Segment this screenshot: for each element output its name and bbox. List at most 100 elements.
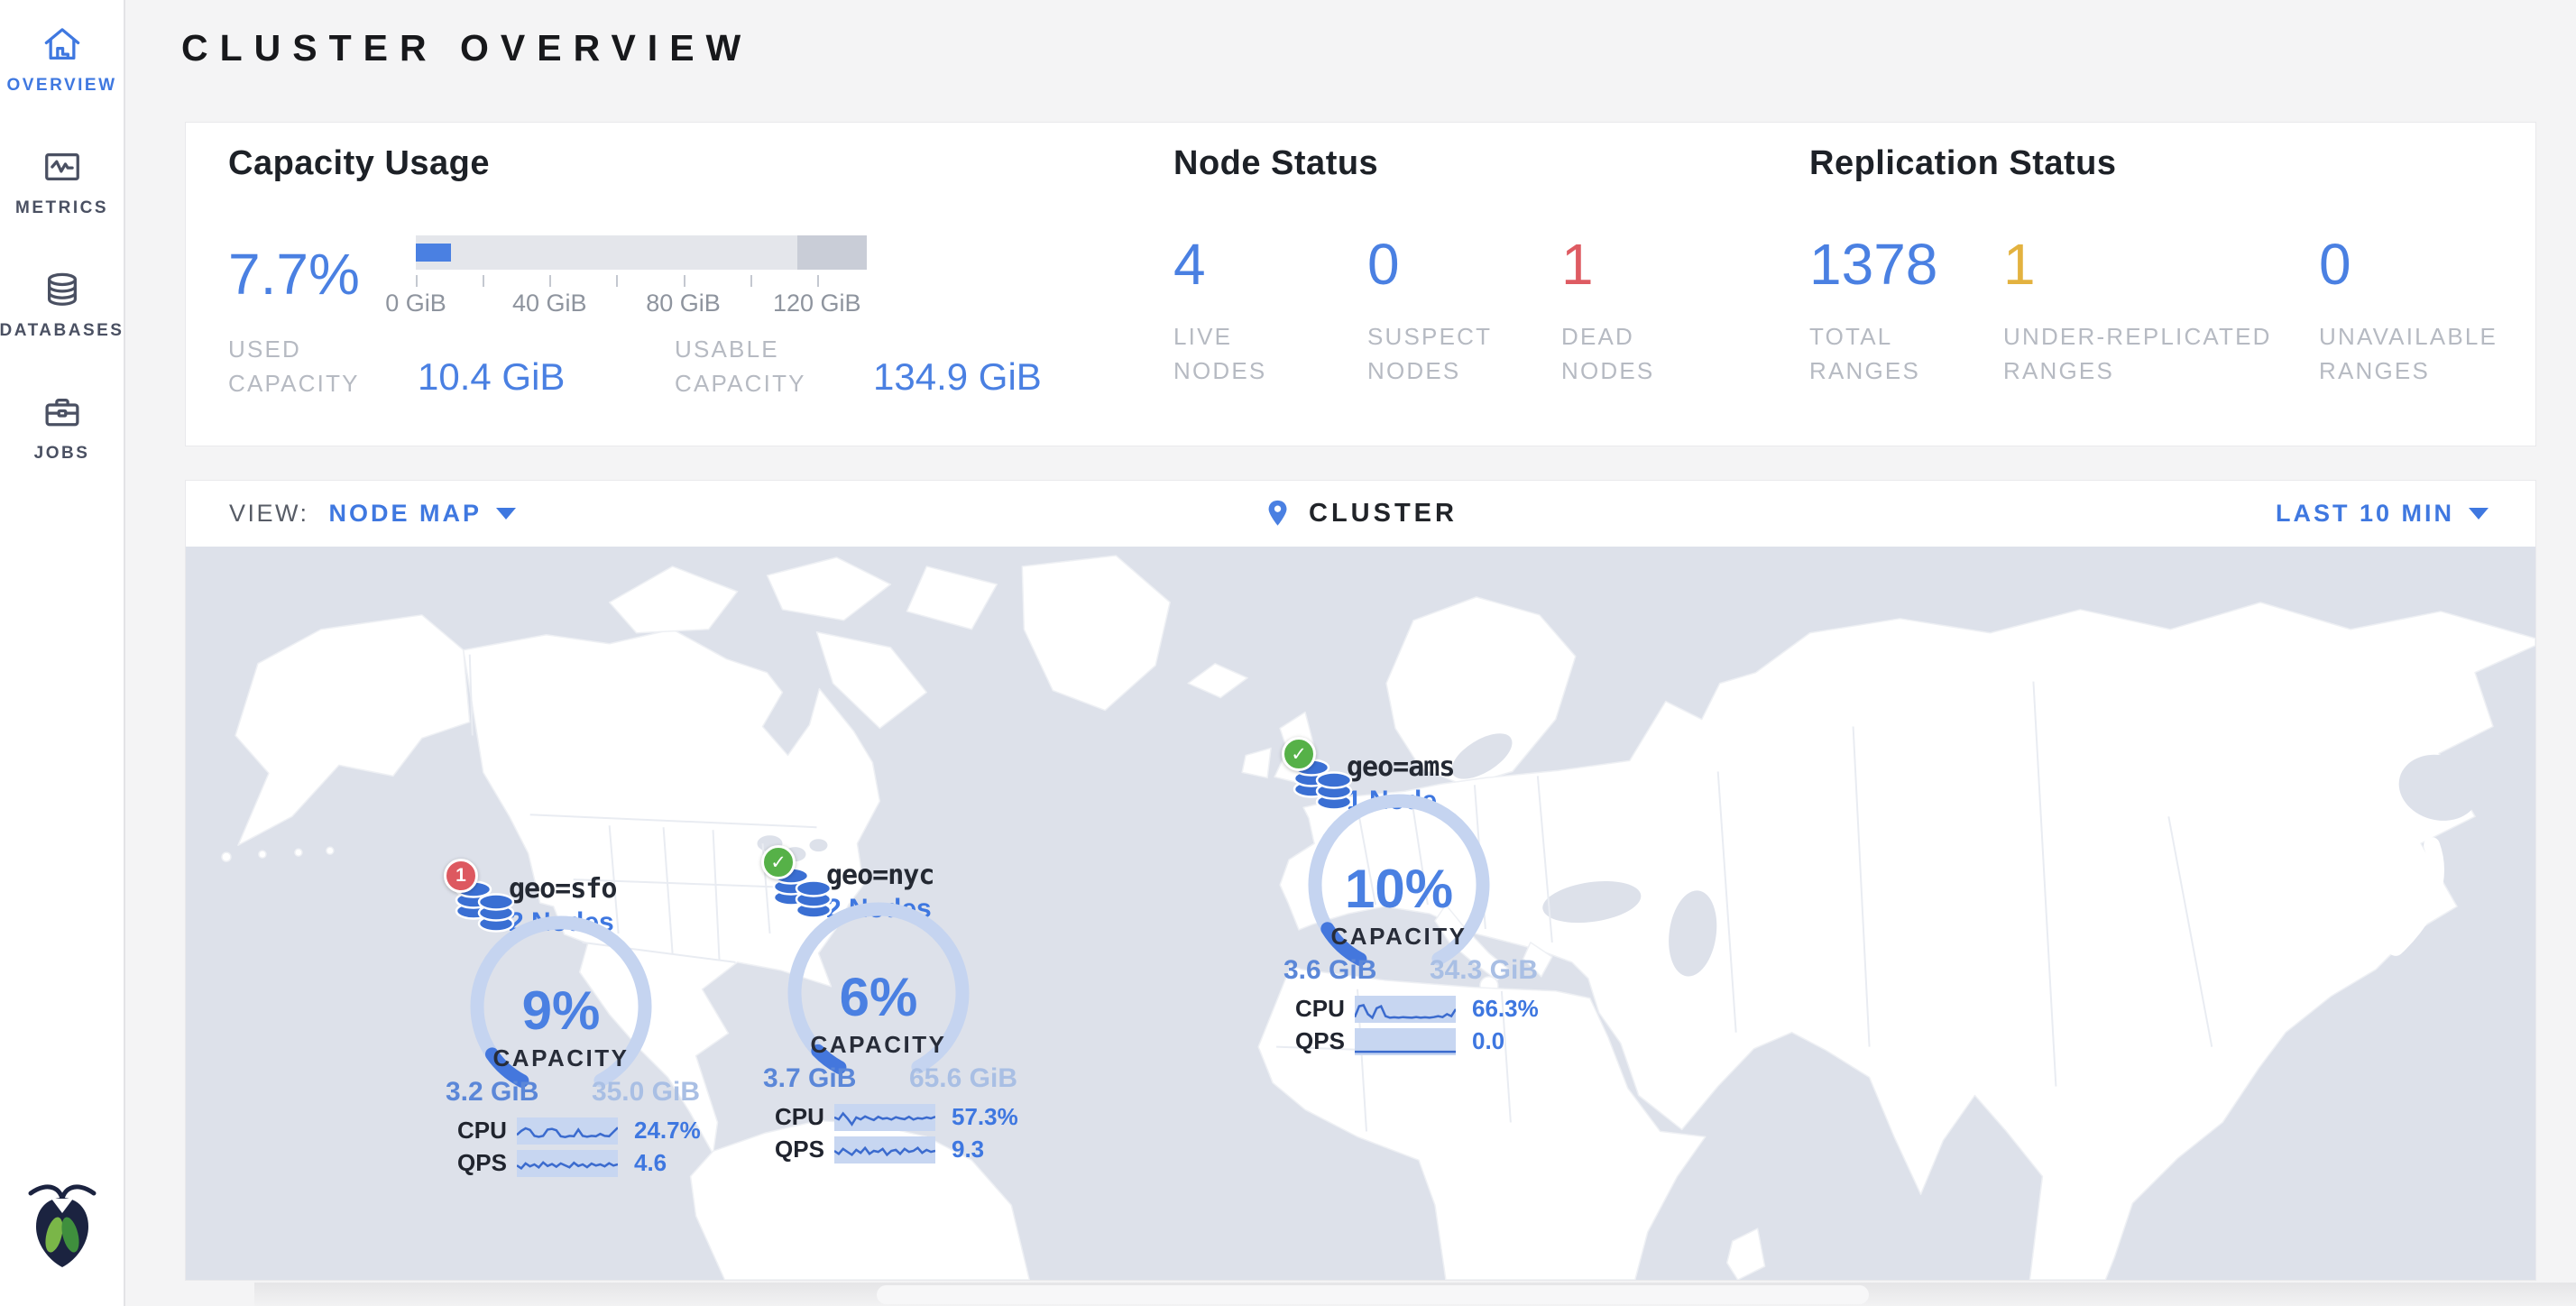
home-icon xyxy=(41,23,83,65)
locality-marker-nyc[interactable]: ✓ geo=nyc 2 Nodes xyxy=(725,840,1032,1164)
qps-value: 4.6 xyxy=(634,1149,667,1177)
cpu-label: CPU xyxy=(775,1103,827,1131)
sidebar-item-label: METRICS xyxy=(15,198,108,218)
node-status-section: Node Status 4 LIVE NODES 0 SUSPECT NODES… xyxy=(1173,144,1809,446)
qps-label: QPS xyxy=(457,1149,510,1177)
sidebar: OVERVIEW METRICS DATABASES xyxy=(0,0,125,1306)
unavailable-ranges-value: 0 xyxy=(2319,235,2498,293)
gauge-caption: CAPACITY xyxy=(1246,923,1552,951)
scrollbar-thumb[interactable] xyxy=(877,1285,1869,1304)
suspect-nodes-label: SUSPECT NODES xyxy=(1367,320,1512,388)
total-ranges-value: 1378 xyxy=(1809,235,2003,293)
sidebar-item-metrics[interactable]: METRICS xyxy=(15,146,108,218)
gauge-caption: CAPACITY xyxy=(408,1044,714,1072)
page-title: CLUSTER OVERVIEW xyxy=(181,27,2576,69)
live-nodes-stat: 4 LIVE NODES xyxy=(1173,235,1367,388)
locality-total-capacity: 34.3 GiB xyxy=(1430,955,1538,986)
locality-used-capacity: 3.2 GiB xyxy=(446,1077,538,1108)
qps-sparkline xyxy=(834,1136,935,1163)
cluster-summary-panel: Capacity Usage 7.7% 0 GiB40 GiB80 GiB120… xyxy=(185,122,2536,446)
chevron-down-icon xyxy=(2469,508,2489,520)
used-capacity-label: USED CAPACITY xyxy=(228,333,382,400)
locality-name: geo=sfo xyxy=(509,873,616,905)
cpu-label: CPU xyxy=(457,1117,510,1145)
locality-marker-ams[interactable]: ✓ geo=ams 1 Node xyxy=(1246,731,1552,1056)
location-pin-icon xyxy=(1264,499,1291,529)
qps-value: 9.3 xyxy=(952,1136,984,1163)
gauge-percent: 9% xyxy=(408,980,714,1042)
live-nodes-label: LIVE NODES xyxy=(1173,320,1318,388)
chevron-down-icon xyxy=(496,508,516,520)
sidebar-item-overview[interactable]: OVERVIEW xyxy=(6,23,116,96)
replication-status-section: Replication Status 1378 TOTAL RANGES 1 U… xyxy=(1809,144,2498,446)
capacity-bar-used xyxy=(416,244,451,262)
locality-used-capacity: 3.6 GiB xyxy=(1283,955,1376,986)
gauge-percent: 10% xyxy=(1246,858,1552,920)
capacity-bar: 0 GiB40 GiB80 GiB120 GiB xyxy=(416,235,867,313)
breadcrumb-label: CLUSTER xyxy=(1309,499,1458,529)
sidebar-item-label: DATABASES xyxy=(0,321,124,341)
total-ranges-label: TOTAL RANGES xyxy=(1809,320,2003,388)
locality-used-capacity: 3.7 GiB xyxy=(763,1063,856,1094)
cpu-value: 57.3% xyxy=(952,1103,1018,1131)
main-content: CLUSTER OVERVIEW Capacity Usage 7.7% 0 G… xyxy=(127,0,2576,1306)
cpu-sparkline xyxy=(834,1104,935,1131)
map-toolbar: VIEW: NODE MAP CLUSTER LAST 10 MIN xyxy=(186,481,2535,547)
locality-name: geo=nyc xyxy=(826,860,934,891)
time-range-selector[interactable]: LAST 10 MIN xyxy=(2276,500,2489,528)
cluster-overview-page: OVERVIEW METRICS DATABASES xyxy=(0,0,2576,1306)
total-ranges-stat: 1378 TOTAL RANGES xyxy=(1809,235,2003,388)
view-value: NODE MAP xyxy=(329,500,483,528)
view-label: VIEW: xyxy=(229,500,309,528)
capacity-ticks: 0 GiB40 GiB80 GiB120 GiB xyxy=(416,270,867,313)
breadcrumb[interactable]: CLUSTER xyxy=(1264,499,1458,529)
sidebar-item-label: OVERVIEW xyxy=(6,76,116,96)
qps-sparkline xyxy=(517,1150,618,1177)
dead-nodes-value: 1 xyxy=(1561,235,1809,293)
cpu-sparkline xyxy=(517,1117,618,1145)
gauge-percent: 6% xyxy=(725,966,1032,1028)
suspect-nodes-value: 0 xyxy=(1367,235,1561,293)
locality-total-capacity: 35.0 GiB xyxy=(592,1077,700,1108)
usable-capacity-value: 134.9 GiB xyxy=(873,355,1173,400)
locality-total-capacity: 65.6 GiB xyxy=(909,1063,1017,1094)
capacity-bar-track xyxy=(416,235,867,270)
healthy-check-badge: ✓ xyxy=(761,845,796,879)
node-status-title: Node Status xyxy=(1173,144,1809,183)
under-replicated-ranges-value: 1 xyxy=(2003,235,2319,293)
capacity-bar-reserved xyxy=(797,235,868,270)
horizontal-scrollbar[interactable] xyxy=(254,1283,2576,1306)
live-nodes-value: 4 xyxy=(1173,235,1367,293)
cpu-value: 24.7% xyxy=(634,1117,701,1145)
locality-marker-sfo[interactable]: 1 geo=sfo 2 Nodes xyxy=(408,853,714,1178)
sidebar-item-label: JOBS xyxy=(34,444,90,464)
qps-value: 0.0 xyxy=(1472,1027,1504,1055)
cpu-label: CPU xyxy=(1295,995,1348,1023)
qps-label: QPS xyxy=(775,1136,827,1163)
node-map-panel: VIEW: NODE MAP CLUSTER LAST 10 MIN xyxy=(185,480,2536,1281)
gauge-caption: CAPACITY xyxy=(725,1031,1032,1059)
suspect-nodes-stat: 0 SUSPECT NODES xyxy=(1367,235,1561,388)
usable-capacity-label: USABLE CAPACITY xyxy=(675,333,837,400)
replication-status-title: Replication Status xyxy=(1809,144,2498,183)
dead-nodes-stat: 1 DEAD NODES xyxy=(1561,235,1809,388)
world-map[interactable]: 1 geo=sfo 2 Nodes xyxy=(186,547,2535,1280)
dead-node-badge: 1 xyxy=(444,859,478,893)
database-icon xyxy=(41,269,83,310)
under-replicated-ranges-label: UNDER-REPLICATED RANGES xyxy=(2003,320,2283,388)
sidebar-item-jobs[interactable]: JOBS xyxy=(34,391,90,464)
cpu-sparkline xyxy=(1355,996,1456,1023)
unavailable-ranges-label: UNAVAILABLE RANGES xyxy=(2319,320,2498,388)
qps-label: QPS xyxy=(1295,1027,1348,1055)
time-range-value: LAST 10 MIN xyxy=(2276,500,2454,528)
used-capacity-value: 10.4 GiB xyxy=(418,355,675,400)
unavailable-ranges-stat: 0 UNAVAILABLE RANGES xyxy=(2319,235,2498,388)
cockroachdb-logo xyxy=(21,1179,104,1274)
cpu-value: 66.3% xyxy=(1472,995,1539,1023)
sidebar-item-databases[interactable]: DATABASES xyxy=(0,269,124,341)
healthy-check-badge: ✓ xyxy=(1282,737,1316,771)
view-selector[interactable]: VIEW: NODE MAP xyxy=(229,500,516,528)
metrics-icon xyxy=(41,146,83,188)
under-replicated-ranges-stat: 1 UNDER-REPLICATED RANGES xyxy=(2003,235,2319,388)
qps-sparkline xyxy=(1355,1028,1456,1055)
